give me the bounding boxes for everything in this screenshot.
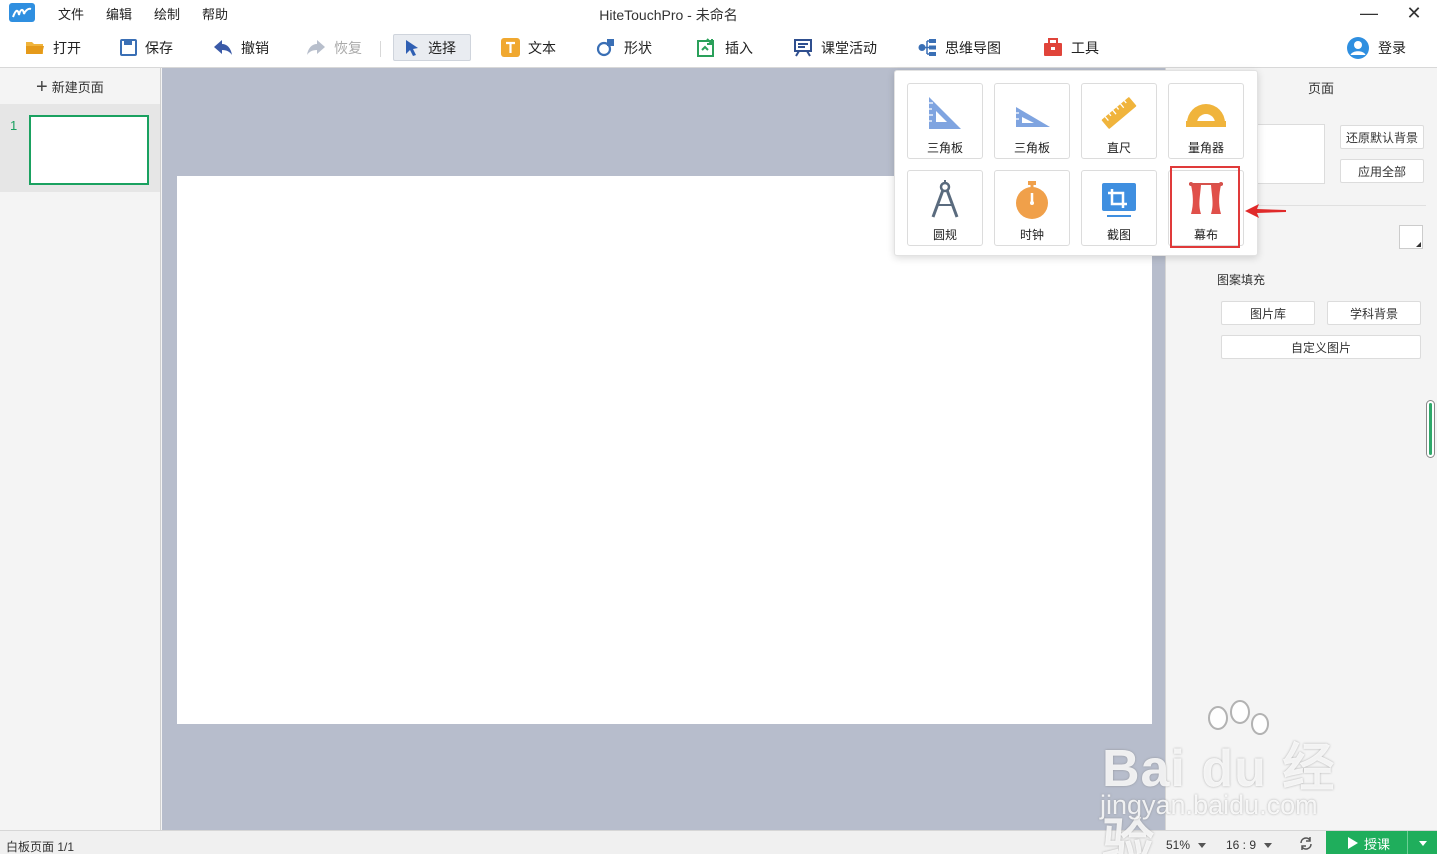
chevron-down-icon [1264, 842, 1273, 848]
background-preview [1253, 124, 1325, 184]
chevron-down-icon [1418, 840, 1427, 846]
shape-icon [596, 39, 614, 57]
lecture-dropdown[interactable] [1407, 831, 1437, 854]
undo-label: 撤销 [241, 39, 269, 56]
ruler-icon [1101, 97, 1137, 129]
tool-label: 截图 [1106, 228, 1131, 242]
tool-set-square-30[interactable]: 三角板 [994, 83, 1070, 159]
page-number: 1 [10, 118, 18, 133]
pattern-fill-label: 图案填充 [1217, 273, 1266, 287]
minimize-button[interactable]: — [1357, 2, 1381, 24]
protractor-icon [1186, 104, 1226, 127]
tool-set-square-45[interactable]: 三角板 [907, 83, 983, 159]
select-label: 选择 [428, 39, 456, 56]
save-disk-icon [120, 39, 137, 56]
folder-icon [26, 42, 44, 54]
panel-scrollbar[interactable] [1426, 400, 1435, 458]
mind-map-label: 思维导图 [945, 39, 1001, 56]
class-activity-label: 课堂活动 [821, 39, 877, 56]
insert-label: 插入 [725, 39, 753, 56]
compass-icon [931, 180, 959, 218]
tool-compass[interactable]: 圆规 [907, 170, 983, 246]
save-button[interactable]: 保存 [120, 34, 173, 61]
tool-label: 时钟 [1019, 228, 1044, 242]
text-button[interactable]: 文本 [501, 34, 556, 61]
title-bar: 文件 编辑 绘制 帮助 HiteTouchPro - 未命名 — ✕ [0, 0, 1437, 27]
shape-button[interactable]: 形状 [596, 34, 652, 61]
red-pointer-arrow-icon [1245, 204, 1286, 218]
restore-default-bg-button[interactable]: 还原默认背景 [1340, 125, 1424, 149]
login-button[interactable]: 登录 [1346, 34, 1406, 61]
save-label: 保存 [145, 39, 173, 56]
toolbar-divider [380, 41, 381, 57]
tools-button[interactable]: 工具 [1043, 34, 1099, 61]
class-activity-button[interactable]: 课堂活动 [793, 34, 877, 61]
tool-label: 直尺 [1106, 141, 1131, 155]
login-label: 登录 [1378, 39, 1406, 56]
tool-screenshot[interactable]: 截图 [1081, 170, 1157, 246]
tool-clock[interactable]: 时钟 [994, 170, 1070, 246]
mind-map-button[interactable]: 思维导图 [917, 34, 1001, 61]
set-square-45-icon [929, 97, 961, 129]
whiteboard-page[interactable] [177, 176, 1152, 724]
chevron-down-icon [1198, 842, 1207, 848]
zoom-value: 51% [1166, 838, 1191, 852]
page-info: 白板页面 1/1 [6, 840, 75, 854]
new-page-button[interactable]: + 新建页面 [36, 75, 104, 98]
status-bar: 白板页面 1/1 51% 16 : 9 授课 [0, 830, 1437, 854]
shape-label: 形状 [624, 39, 652, 56]
stopwatch-icon [1016, 181, 1048, 219]
set-square-30-icon [1016, 107, 1050, 127]
tool-label: 量角器 [1187, 141, 1224, 155]
insert-button[interactable]: 插入 [697, 34, 753, 61]
open-button[interactable]: 打开 [25, 34, 81, 61]
undo-button[interactable]: 撤销 [213, 34, 269, 61]
tool-label: 三角板 [926, 141, 963, 155]
page-list-panel: + 新建页面 1 [0, 68, 161, 830]
user-avatar-icon [1347, 36, 1369, 59]
aspect-ratio-select[interactable]: 16 : 9 [1226, 838, 1273, 852]
play-icon [1348, 837, 1358, 849]
zoom-select[interactable]: 51% [1166, 838, 1207, 852]
tool-protractor[interactable]: 量角器 [1168, 83, 1244, 159]
sync-icon[interactable] [1298, 836, 1314, 851]
tool-ruler[interactable]: 直尺 [1081, 83, 1157, 159]
redo-arrow-icon [307, 40, 325, 55]
text-t-icon [501, 38, 520, 57]
start-lecture-button[interactable]: 授课 [1326, 831, 1437, 854]
toolbox-icon [1044, 38, 1062, 56]
select-button[interactable]: 选择 [393, 34, 471, 61]
main-toolbar: 打开 保存 撤销 恢复 选择 文本 形状 插入 课堂活动 思维导图 工具 登录 [0, 27, 1437, 68]
screenshot-crop-icon [1102, 183, 1136, 217]
highlight-box [1170, 166, 1240, 248]
open-label: 打开 [53, 39, 81, 56]
tool-label: 三角板 [1013, 141, 1050, 155]
apply-all-button[interactable]: 应用全部 [1340, 159, 1424, 183]
undo-arrow-icon [214, 40, 232, 55]
plus-icon: + [36, 75, 48, 98]
tools-label: 工具 [1071, 39, 1099, 56]
text-label: 文本 [528, 39, 556, 56]
close-button[interactable]: ✕ [1402, 2, 1426, 24]
image-library-button[interactable]: 图片库 [1221, 301, 1315, 325]
mind-map-icon [918, 39, 936, 56]
window-title: HiteTouchPro - 未命名 [599, 7, 738, 23]
scrollbar-thumb[interactable] [1429, 403, 1432, 455]
class-board-icon [794, 39, 812, 57]
tool-label: 圆规 [932, 228, 957, 242]
custom-image-button[interactable]: 自定义图片 [1221, 335, 1421, 359]
page-thumbnail[interactable] [29, 115, 149, 185]
insert-image-icon [697, 38, 714, 57]
new-page-label: 新建页面 [51, 80, 104, 95]
redo-button[interactable]: 恢复 [306, 34, 362, 61]
lecture-label: 授课 [1364, 836, 1391, 852]
cursor-arrow-icon [406, 39, 418, 56]
page-thumbnail-row[interactable]: 1 [0, 104, 160, 192]
redo-label: 恢复 [334, 39, 362, 56]
fill-color-picker[interactable] [1399, 225, 1423, 249]
ratio-value: 16 : 9 [1226, 838, 1257, 852]
subject-background-button[interactable]: 学科背景 [1327, 301, 1421, 325]
